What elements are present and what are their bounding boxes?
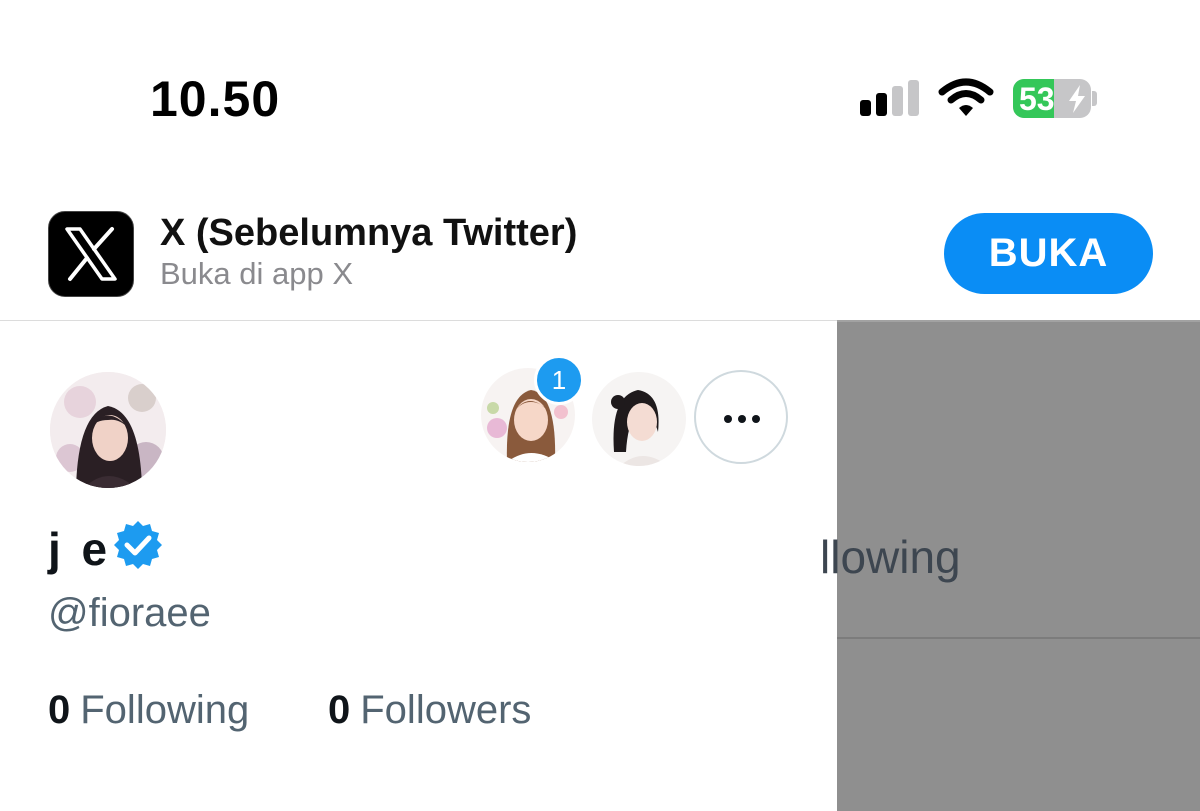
more-dot-1 <box>724 415 732 423</box>
app-banner-title: X (Sebelumnya Twitter) <box>160 212 578 254</box>
battery-tip <box>1092 91 1097 106</box>
more-dot-2 <box>738 415 746 423</box>
followers-label: Followers <box>360 688 532 732</box>
following-label: Following <box>80 688 250 732</box>
account-avatar-2[interactable] <box>592 372 686 466</box>
signal-bar-2 <box>876 93 887 116</box>
overlay-divider <box>837 637 1200 639</box>
more-options-button[interactable] <box>694 370 788 464</box>
following-stat[interactable]: 0 Following <box>48 688 249 733</box>
overlay-divider-top <box>837 320 1200 322</box>
account-photo-2 <box>592 372 686 466</box>
account-notification-badge: 1 <box>534 355 584 405</box>
battery-percent: 53 <box>1019 81 1055 117</box>
signal-bar-4 <box>908 80 919 116</box>
app-banner-subtitle: Buka di app X <box>160 256 354 291</box>
signal-bar-3 <box>892 86 903 116</box>
profile-handle: @fioraee <box>48 591 211 635</box>
open-in-app-button[interactable]: BUKA <box>944 213 1153 294</box>
banner-divider <box>0 320 837 321</box>
followers-count: 0 <box>328 688 351 732</box>
profile-display-name[interactable]: j e <box>48 522 111 576</box>
more-dot-3 <box>752 415 760 423</box>
screen: 10.50 53 X (Sebelumnya Twitter) Buka di … <box>0 0 1200 811</box>
status-time: 10.50 <box>150 71 281 127</box>
charging-bolt-icon <box>1069 85 1085 113</box>
profile-avatar[interactable] <box>50 372 166 488</box>
wifi-icon <box>938 78 994 116</box>
signal-bar-1 <box>860 100 871 116</box>
x-logo-icon <box>65 227 117 281</box>
battery-icon: 53 <box>1013 79 1091 118</box>
signal-strength-icon <box>860 80 922 116</box>
followers-stat[interactable]: 0 Followers <box>328 688 531 733</box>
x-app-icon[interactable] <box>48 211 134 297</box>
following-count: 0 <box>48 688 71 732</box>
profile-photo <box>50 372 166 488</box>
verified-badge-icon <box>114 521 162 569</box>
background-following-label: llowing <box>820 531 961 583</box>
